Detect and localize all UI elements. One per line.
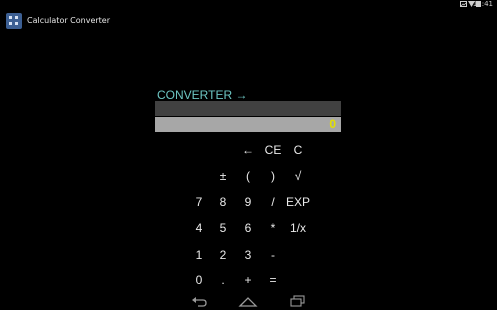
calculator-app-icon[interactable] xyxy=(6,13,22,29)
back-icon[interactable] xyxy=(189,294,209,308)
plus-minus-key[interactable]: ± xyxy=(211,167,235,185)
digit-4-key[interactable]: 4 xyxy=(187,219,211,237)
decimal-point-key[interactable]: . xyxy=(211,271,235,289)
result-value: 0 xyxy=(329,117,336,131)
backspace-key[interactable]: ← xyxy=(236,141,260,159)
digit-7-key[interactable]: 7 xyxy=(187,193,211,211)
open-paren-key[interactable]: ( xyxy=(236,167,260,185)
app-title: Calculator Converter xyxy=(27,16,111,25)
status-bar: 11:41 xyxy=(0,0,497,9)
multiply-key[interactable]: * xyxy=(261,219,285,237)
navigation-bar xyxy=(0,292,497,310)
action-bar: Calculator Converter xyxy=(0,9,497,33)
digit-1-key[interactable]: 1 xyxy=(187,246,211,264)
divide-key[interactable]: / xyxy=(261,193,285,211)
clear-key[interactable]: C xyxy=(286,141,310,159)
equals-key[interactable]: = xyxy=(261,271,285,289)
sqrt-key[interactable]: √ xyxy=(286,167,310,185)
expression-display xyxy=(155,101,341,116)
subtract-key[interactable]: - xyxy=(261,246,285,264)
digit-5-key[interactable]: 5 xyxy=(211,219,235,237)
clear-entry-key[interactable]: CE xyxy=(261,141,285,159)
status-time: 11:41 xyxy=(472,0,493,8)
digit-0-key[interactable]: 0 xyxy=(187,271,211,289)
digit-6-key[interactable]: 6 xyxy=(236,219,260,237)
digit-2-key[interactable]: 2 xyxy=(211,246,235,264)
home-icon[interactable] xyxy=(238,294,258,308)
reciprocal-key[interactable]: 1/x xyxy=(286,219,310,237)
recent-apps-icon[interactable] xyxy=(288,294,308,308)
add-key[interactable]: + xyxy=(236,271,260,289)
exp-key[interactable]: EXP xyxy=(286,193,310,211)
close-paren-key[interactable]: ) xyxy=(261,167,285,185)
digit-8-key[interactable]: 8 xyxy=(211,193,235,211)
digit-9-key[interactable]: 9 xyxy=(236,193,260,211)
digit-3-key[interactable]: 3 xyxy=(236,246,260,264)
result-display: 0 xyxy=(155,117,341,132)
image-notification-icon xyxy=(460,1,467,7)
